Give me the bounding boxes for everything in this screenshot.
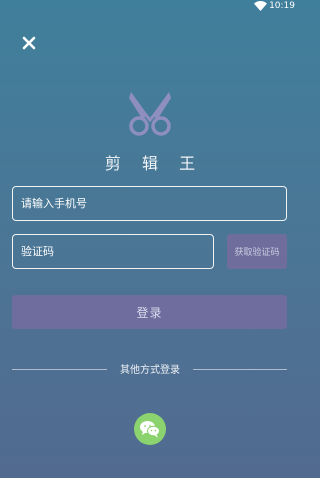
verification-code-input[interactable]: [13, 235, 213, 268]
wechat-icon: [140, 421, 160, 438]
login-button[interactable]: 登录: [12, 295, 287, 329]
divider-right: [193, 369, 287, 370]
status-bar: 10:19: [0, 0, 300, 14]
code-field-container: [12, 234, 214, 269]
close-icon[interactable]: [21, 35, 37, 51]
wechat-login-button[interactable]: [134, 413, 166, 445]
get-code-button[interactable]: 获取验证码: [227, 234, 287, 269]
phone-input[interactable]: [13, 187, 286, 220]
status-time: 10:19: [269, 1, 295, 11]
phone-field-container: [12, 186, 287, 221]
wifi-icon: [254, 1, 267, 11]
scissors-icon: [129, 92, 171, 136]
app-name: 剪 辑 王: [104, 154, 204, 173]
